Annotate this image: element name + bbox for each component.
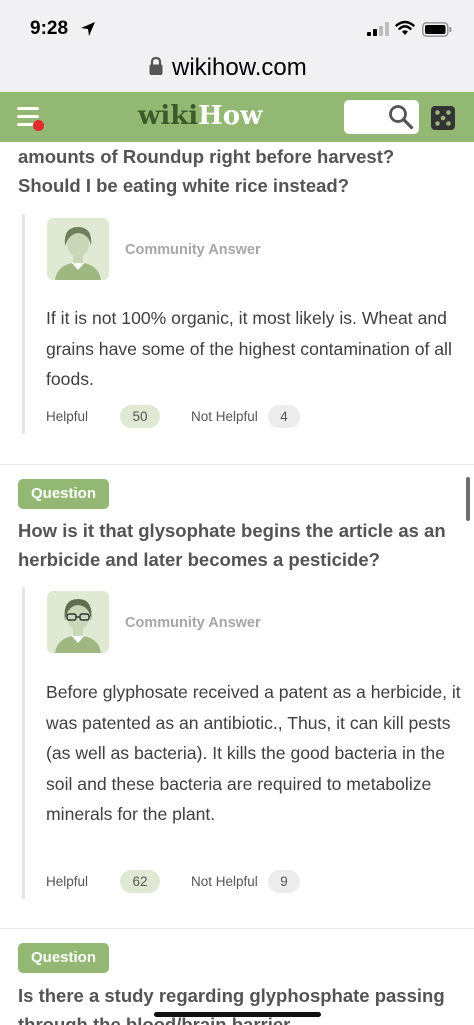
wikihow-logo[interactable]: wikiHow [138, 101, 262, 131]
not-helpful-button[interactable]: 4 [268, 405, 300, 428]
logo-how: How [198, 101, 263, 131]
helpful-button[interactable]: 62 [120, 870, 160, 893]
wifi-icon [395, 20, 415, 35]
answer-text: If it is not 100% organic, it most likel… [46, 308, 452, 389]
helpful-label: Helpful [46, 874, 89, 889]
helpful-button[interactable]: 50 [120, 405, 160, 428]
user-avatar-icon [55, 599, 101, 653]
signal-icon [367, 22, 389, 36]
not-helpful-label: Not Helpful [191, 409, 258, 424]
question-title: How is it that glysophate begins the art… [18, 520, 446, 570]
question-title: Is there a study regarding glyphosphate … [18, 985, 445, 1025]
community-answer-label: Community Answer [125, 615, 261, 631]
url-bar[interactable]: wikihow.com [0, 50, 474, 92]
home-indicator[interactable] [154, 1012, 321, 1017]
community-answer-label: Community Answer [125, 242, 261, 258]
not-helpful-label: Not Helpful [191, 874, 258, 889]
scrollbar-thumb[interactable] [466, 477, 470, 521]
lock-icon [149, 56, 163, 75]
helpful-label: Helpful [46, 409, 89, 424]
dice-icon[interactable] [431, 106, 455, 130]
logo-wiki: wiki [138, 101, 199, 131]
search-icon[interactable] [388, 104, 414, 130]
helpful-row: Helpful 62 Not Helpful 9 [46, 870, 346, 894]
status-time: 9:28 [30, 18, 69, 39]
question-title: amounts of Roundup right before harvest?… [18, 146, 395, 196]
question-badge: Question [18, 943, 110, 973]
notification-dot [33, 120, 44, 131]
avatar [47, 218, 109, 280]
status-bar: 9:28 [0, 0, 474, 50]
answer-block: Community Answer Before glyphosate recei… [22, 587, 461, 899]
answer-block: Community Answer If it is not 100% organ… [22, 214, 452, 434]
site-header: wikiHow [0, 92, 474, 142]
helpful-row: Helpful 50 Not Helpful 4 [46, 405, 346, 429]
url-domain[interactable]: wikihow.com [172, 54, 307, 82]
avatar [47, 591, 109, 653]
question-badge: Question [18, 479, 110, 509]
battery-icon [422, 22, 452, 37]
divider [0, 928, 474, 929]
divider [0, 464, 474, 465]
user-avatar-icon [55, 227, 101, 280]
location-arrow-icon [81, 22, 95, 36]
not-helpful-button[interactable]: 9 [268, 870, 300, 893]
answer-text: Before glyphosate received a patent as a… [46, 682, 461, 824]
